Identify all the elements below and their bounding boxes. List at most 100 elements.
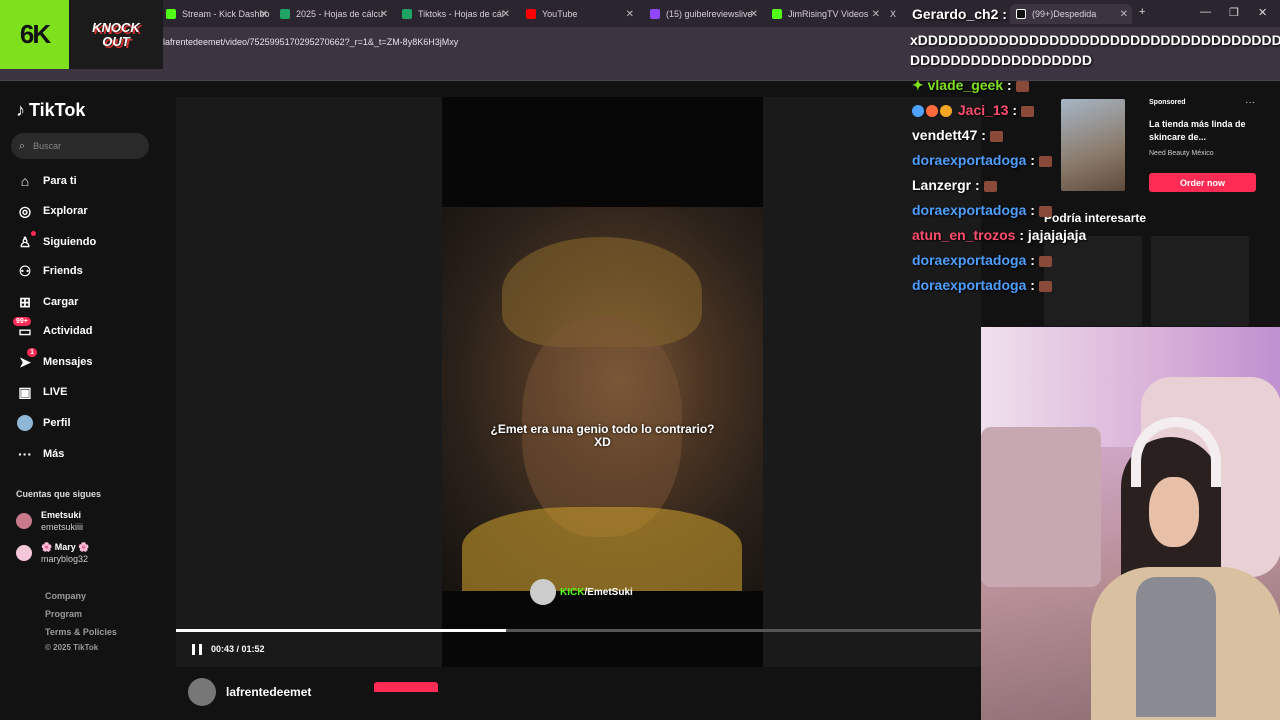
avatar [188,678,216,706]
close-icon[interactable]: ✕ [1120,9,1128,20]
avatar [16,513,32,529]
search-box[interactable]: ⌕ [11,133,149,159]
nav-actividad[interactable]: ▭ 99+ Actividad [13,317,93,342]
footer-link-program[interactable]: Program [45,609,82,619]
nav-perfil[interactable]: Perfil [16,412,71,434]
new-tab-button[interactable]: + [1139,6,1145,18]
close-icon[interactable]: ✕ [502,9,510,20]
streamer [1149,477,1199,547]
account-handle: maryblog32 [41,554,89,564]
browser-tab[interactable]: X [888,4,902,24]
activity-badge: 99+ [13,317,31,326]
browser-tab-strip: Stream - Kick Dashbo ✕ 2025 - Hojas de cá… [0,0,1280,27]
chat-message: vendett47 : [912,127,1003,143]
avatar [16,545,32,561]
youtube-icon [526,9,536,19]
verified-icon: ✦ [912,77,924,93]
nav-live[interactable]: ▣ LIVE [16,381,67,403]
close-icon[interactable]: ✕ [380,9,388,20]
video-watermark: KICK/EmetSuki [530,579,633,605]
suggestion-card[interactable] [1044,236,1142,326]
tiktok-logo[interactable]: ♪ TikTok [16,100,85,121]
nav-para-ti[interactable]: ⌂ Para ti [16,170,77,192]
webcam-background [981,427,1101,587]
watermark-avatar [530,579,556,605]
chat-message: ✦ vlade_geek : [912,77,1029,94]
webcam-feed [981,327,1280,720]
chat-message: doraexportadoga : [912,277,1052,293]
badge-icon [926,105,938,118]
video-progress-fill [176,629,507,632]
6k-logo: 6K [0,0,69,69]
nav-cargar[interactable]: ⊞ Cargar [16,291,78,313]
pause-button[interactable] [190,642,204,656]
nav-mas[interactable]: ··· Más [16,443,64,465]
tiktok-icon [1016,9,1026,19]
close-icon[interactable]: ✕ [750,9,758,20]
browser-tab[interactable]: (15) guibelreviewslive ✕ [644,4,762,24]
order-now-button[interactable]: Order now [1149,173,1256,192]
friends-icon: ⚇ [18,262,32,279]
twitch-icon [650,9,660,19]
browser-tab[interactable]: YouTube ✕ [520,4,638,24]
footer-link-terms[interactable]: Terms & Policies [45,627,117,637]
search-icon: ⌕ [19,139,26,152]
maximize-icon[interactable]: ❐ [1229,6,1239,19]
emote-icon [1038,155,1052,167]
emote-icon [1038,280,1052,292]
profile-icon [16,414,34,432]
chat-message: doraexportadoga : [912,252,1052,268]
close-icon[interactable]: ✕ [260,9,268,20]
kick-icon [772,9,782,19]
live-icon: ▣ [18,383,32,400]
more-options-icon[interactable]: ··· [1245,97,1255,108]
chat-message: doraexportadoga : [912,152,1052,168]
video-progress-bar[interactable] [176,629,981,632]
video-author[interactable]: lafrentedeemet [188,678,311,706]
following-account[interactable]: 🌸 Mary 🌸 maryblog32 [16,541,89,565]
browser-tab[interactable]: Stream - Kick Dashbo ✕ [160,4,272,24]
messages-icon: ➤ 1 [16,348,37,371]
video-frame[interactable] [442,207,763,591]
follow-button[interactable] [374,682,438,692]
close-icon[interactable]: ✕ [872,9,880,20]
close-icon[interactable]: ✕ [626,9,634,20]
url-text[interactable]: lafrentedeemet/video/7525995170295270662… [163,37,458,47]
nav-mensajes[interactable]: ➤ 1 Mensajes [16,348,93,373]
badge-icon [912,105,924,118]
suggestion-card[interactable] [1151,236,1249,326]
nav-explorar[interactable]: ◎ Explorar [16,200,88,222]
following-account[interactable]: Emetsuki emetsukiiii [16,509,83,533]
kick-icon [166,9,176,19]
browser-tab[interactable]: Tiktoks - Hojas de cál ✕ [396,4,514,24]
activity-icon: ▭ 99+ [13,317,34,340]
badge-icon [940,105,952,118]
window-close-icon[interactable]: ✕ [1258,6,1267,19]
nav-siguiendo[interactable]: ♙ Siguiendo [16,231,96,253]
account-name: 🌸 Mary 🌸 [41,542,90,552]
sheets-icon [402,9,412,19]
ad-thumbnail[interactable] [1061,99,1125,191]
chat-message: atun_en_trozos : jajajajaja [912,227,1087,243]
nav-friends[interactable]: ⚇ Friends [16,260,83,282]
account-handle: emetsukiiii [41,522,84,532]
minimize-icon[interactable]: — [1200,6,1211,18]
following-icon: ♙ [16,231,36,251]
footer-link-company[interactable]: Company [45,591,86,601]
ad-title[interactable]: La tienda más linda de skincare de... [1149,118,1259,144]
browser-tab[interactable]: JimRisingTV Videos ✕ [766,4,884,24]
emote-icon [983,180,997,192]
account-name: Emetsuki [41,510,82,520]
knockout-logo: KNOCK OUT [69,0,163,69]
search-input[interactable] [33,141,134,151]
chat-message: doraexportadoga : [912,202,1052,218]
emote-icon [1015,80,1029,92]
browser-tab-active[interactable]: (99+)Despedida ✕ [1010,4,1132,24]
chat-message-text: xDDDDDDDDDDDDDDDDDDDDDDDDDDDDDDDDDDDDDDD… [910,32,1280,68]
ad-sponsored-label: Sponsored [1149,99,1186,106]
tiktok-note-icon: ♪ [16,100,25,120]
upload-icon: ⊞ [19,293,31,310]
browser-tab[interactable]: 2025 - Hojas de cálcu ✕ [274,4,392,24]
messages-badge: 1 [27,348,37,357]
emote-icon [1021,105,1035,117]
